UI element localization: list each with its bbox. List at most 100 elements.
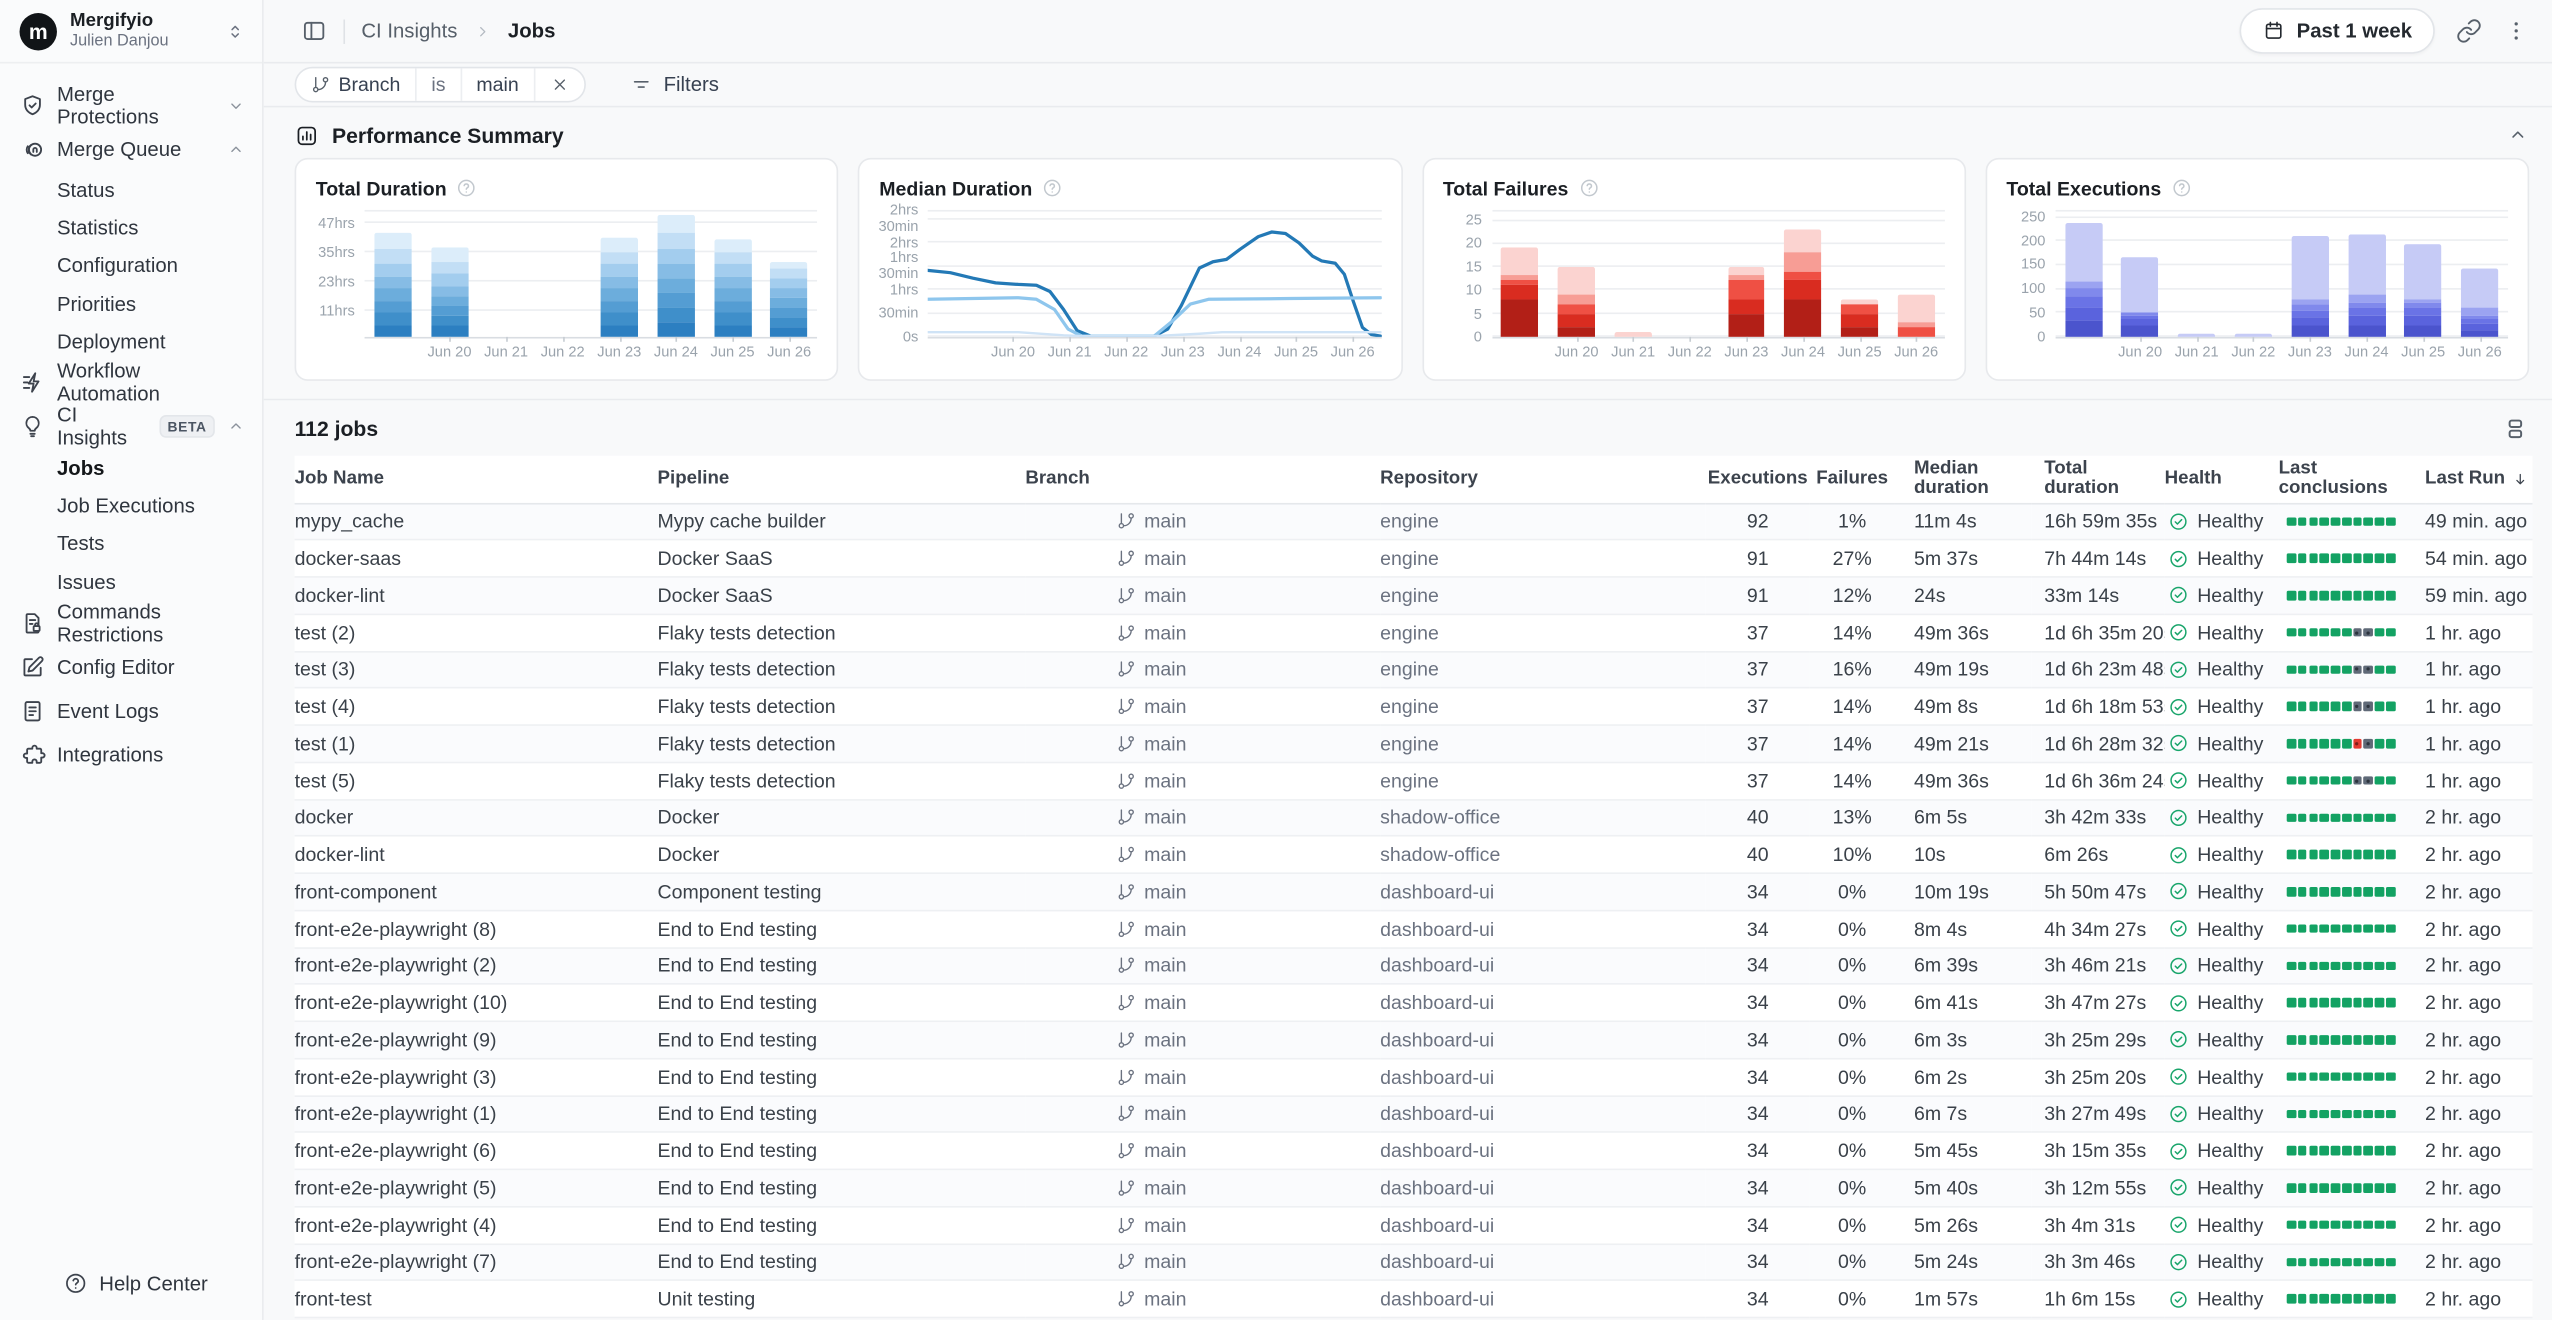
table-row[interactable]: dockerDockermainshadow-office4013%6m 5s3… [295, 799, 2533, 836]
cell: 49m 36s [1894, 614, 2031, 651]
kebab-menu-icon[interactable] [2503, 18, 2529, 44]
conclusion-success-square [2320, 813, 2329, 822]
x-tick-label: Jun 26 [2458, 343, 2502, 359]
column-header-failures[interactable]: Failures [1810, 456, 1895, 503]
table-row[interactable]: front-e2e-playwright (6)End to End testi… [295, 1132, 2533, 1169]
table-row[interactable]: front-componentComponent testingmaindash… [295, 873, 2533, 910]
cell-branch: main [1025, 503, 1380, 540]
column-header-total-duration[interactable]: Total duration [2031, 456, 2164, 503]
filter-chip-field[interactable]: Branch [296, 68, 415, 101]
column-header-health[interactable]: Health [2165, 456, 2279, 503]
sidebar-item-jobs[interactable]: Jobs [20, 449, 246, 487]
sidebar-item-issues[interactable]: Issues [20, 563, 246, 601]
sidebar-item-label: Workflow Automation [57, 360, 246, 406]
y-tick-label: 200 [2021, 234, 2045, 250]
table-row[interactable]: test (1)Flaky tests detectionmainengine3… [295, 725, 2533, 762]
conclusion-success-square [2287, 961, 2296, 970]
sidebar-item-merge-protections[interactable]: Merge Protections [20, 83, 246, 127]
conclusion-success-square [2298, 998, 2307, 1007]
sidebar-item-workflow-automation[interactable]: Workflow Automation [20, 361, 246, 405]
column-header-executions[interactable]: Executions [1706, 456, 1810, 503]
conclusion-success-square [2309, 1183, 2318, 1192]
table-row[interactable]: front-e2e-playwright (2)End to End testi… [295, 947, 2533, 984]
x-tick-label: Jun 25 [2401, 343, 2445, 359]
copy-link-icon[interactable] [2456, 18, 2482, 44]
workflow-icon [20, 370, 46, 396]
table-row[interactable]: front-testUnit testingmaindashboard-ui34… [295, 1280, 2533, 1317]
table-row[interactable]: docker-lintDocker SaaSmainengine9112%24s… [295, 577, 2533, 614]
cell-last-conclusions [2279, 873, 2425, 910]
sidebar-item-configuration[interactable]: Configuration [20, 247, 246, 285]
sidebar-item-config-editor[interactable]: Config Editor [20, 645, 246, 689]
filters-button[interactable]: Filters [629, 73, 719, 96]
sidebar-item-merge-queue[interactable]: Merge Queue [20, 127, 246, 171]
table-row[interactable]: front-e2e-playwright (5)End to End testi… [295, 1169, 2533, 1206]
table-row[interactable]: test (4)Flaky tests detectionmainengine3… [295, 688, 2533, 725]
sidebar-item-integrations[interactable]: Integrations [20, 733, 246, 777]
column-header-pipeline[interactable]: Pipeline [658, 456, 1026, 503]
table-row[interactable]: test (5)Flaky tests detectionmainengine3… [295, 762, 2533, 799]
table-row[interactable]: front-e2e-playwright (7)End to End testi… [295, 1243, 2533, 1280]
table-row[interactable]: mypy_cacheMypy cache buildermainengine92… [295, 503, 2533, 540]
conclusion-success-square [2342, 1109, 2351, 1118]
column-header-branch[interactable]: Branch [1025, 456, 1380, 503]
cell: 0% [1810, 1280, 1895, 1317]
cell: 10s [1894, 836, 2031, 873]
view-toggle-icon[interactable] [2502, 414, 2530, 442]
cell-branch: main [1025, 1132, 1380, 1169]
sidebar-item-commands-restrictions[interactable]: Commands Restrictions [20, 601, 246, 645]
unfold-icon[interactable] [225, 20, 246, 41]
table-row[interactable]: docker-lintDockermainshadow-office4010%1… [295, 836, 2533, 873]
sidebar-item-priorities[interactable]: Priorities [20, 285, 246, 323]
sidebar-item-event-logs[interactable]: Event Logs [20, 689, 246, 733]
help-center-button[interactable]: Help Center [63, 1271, 207, 1295]
x-tick-label: Jun 25 [1274, 343, 1318, 359]
conclusion-success-square [2342, 1072, 2351, 1081]
table-row[interactable]: test (2)Flaky tests detectionmainengine3… [295, 614, 2533, 651]
conclusion-success-square [2375, 1183, 2384, 1192]
cell: 40 [1706, 799, 1810, 836]
collapse-section-icon[interactable] [2506, 124, 2529, 147]
sidebar-item-job-executions[interactable]: Job Executions [20, 487, 246, 525]
cell-health: Healthy [2165, 799, 2279, 836]
breadcrumb-ci-insights[interactable]: CI Insights [361, 20, 457, 43]
sidebar-item-tests[interactable]: Tests [20, 525, 246, 563]
column-header-last-conclusions[interactable]: Last conclusions [2279, 456, 2425, 503]
sidebar-item-status[interactable]: Status [20, 171, 246, 209]
conclusion-success-square [2331, 961, 2340, 970]
table-row[interactable]: front-e2e-playwright (10)End to End test… [295, 984, 2533, 1021]
column-header-repository[interactable]: Repository [1380, 456, 1706, 503]
table-row[interactable]: front-e2e-playwright (1)End to End testi… [295, 1095, 2533, 1132]
cell-health: Healthy [2165, 1095, 2279, 1132]
time-range-button[interactable]: Past 1 week [2240, 8, 2435, 54]
health-label: Healthy [2197, 510, 2263, 533]
conclusion-success-square [2331, 998, 2340, 1007]
filter-chip-operator[interactable]: is [415, 68, 460, 101]
table-row[interactable]: docker-saasDocker SaaSmainengine9127%5m … [295, 540, 2533, 577]
conclusion-success-square [2364, 1257, 2373, 1266]
conclusion-success-square [2386, 813, 2395, 822]
table-row[interactable]: front-e2e-playwright (9)End to End testi… [295, 1021, 2533, 1058]
table-row[interactable]: test (3)Flaky tests detectionmainengine3… [295, 651, 2533, 688]
sidebar-toggle-icon[interactable] [301, 18, 327, 44]
sidebar-item-deployment[interactable]: Deployment [20, 323, 246, 361]
cell: front-test [295, 1280, 658, 1317]
cell: 2 hr. ago [2425, 1132, 2532, 1169]
column-header-median-duration[interactable]: Median duration [1894, 456, 2031, 503]
table-row[interactable]: front-e2e-playwright (4)End to End testi… [295, 1206, 2533, 1243]
conclusion-success-square [2309, 1257, 2318, 1266]
filter-chip-value[interactable]: main [460, 68, 533, 101]
conclusion-success-square [2342, 850, 2351, 859]
column-header-last-run[interactable]: Last Run [2425, 456, 2532, 503]
cell: 14% [1810, 688, 1895, 725]
conclusion-success-square [2298, 813, 2307, 822]
column-header-job-name[interactable]: Job Name [295, 456, 658, 503]
filter-chip-remove[interactable] [533, 68, 583, 101]
sidebar-item-ci-insights[interactable]: CI InsightsBETA [20, 405, 246, 449]
table-row[interactable]: front-e2e-playwright (8)End to End testi… [295, 910, 2533, 947]
sidebar-item-statistics[interactable]: Statistics [20, 209, 246, 247]
conclusion-success-square [2342, 813, 2351, 822]
org-switcher[interactable]: m Mergifyio Julien Danjou [0, 0, 262, 63]
table-row[interactable]: front-e2e-playwright (3)End to End testi… [295, 1058, 2533, 1095]
conclusion-success-square [2287, 1072, 2296, 1081]
